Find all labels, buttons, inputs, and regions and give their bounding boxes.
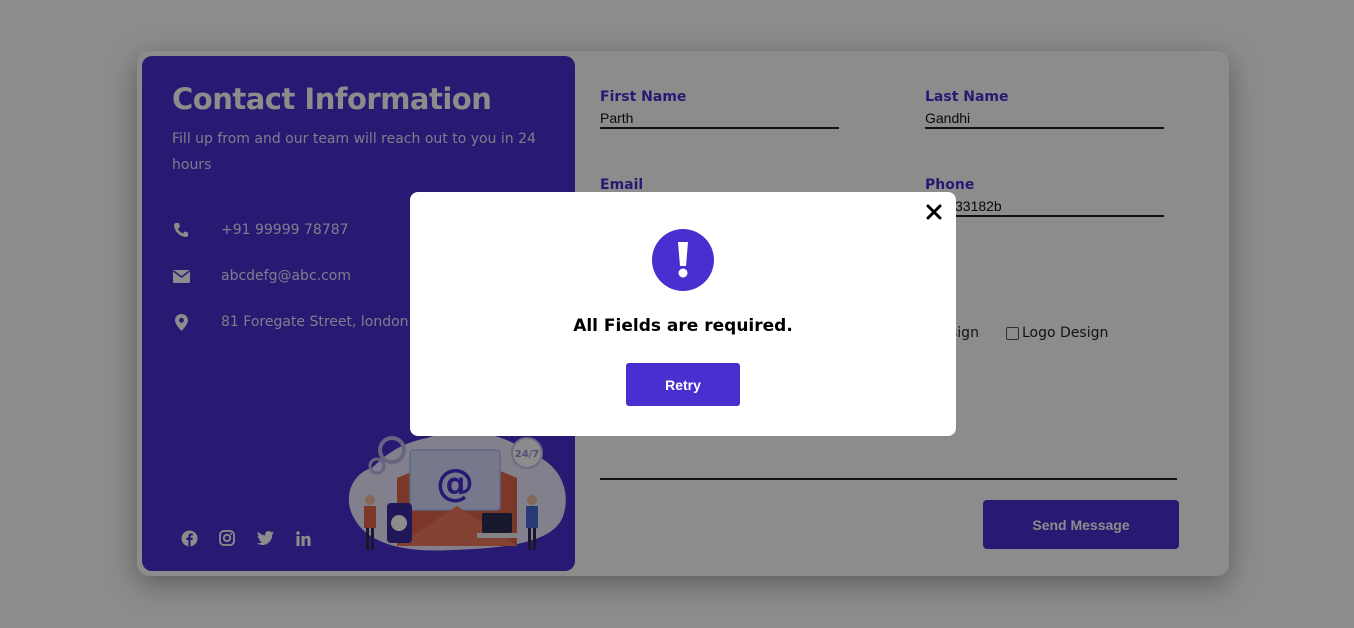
error-modal: All Fields are required. Retry [410, 192, 956, 436]
retry-button[interactable]: Retry [626, 363, 740, 406]
exclamation-icon [652, 229, 714, 291]
close-icon[interactable] [925, 203, 943, 221]
modal-message: All Fields are required. [573, 316, 793, 336]
